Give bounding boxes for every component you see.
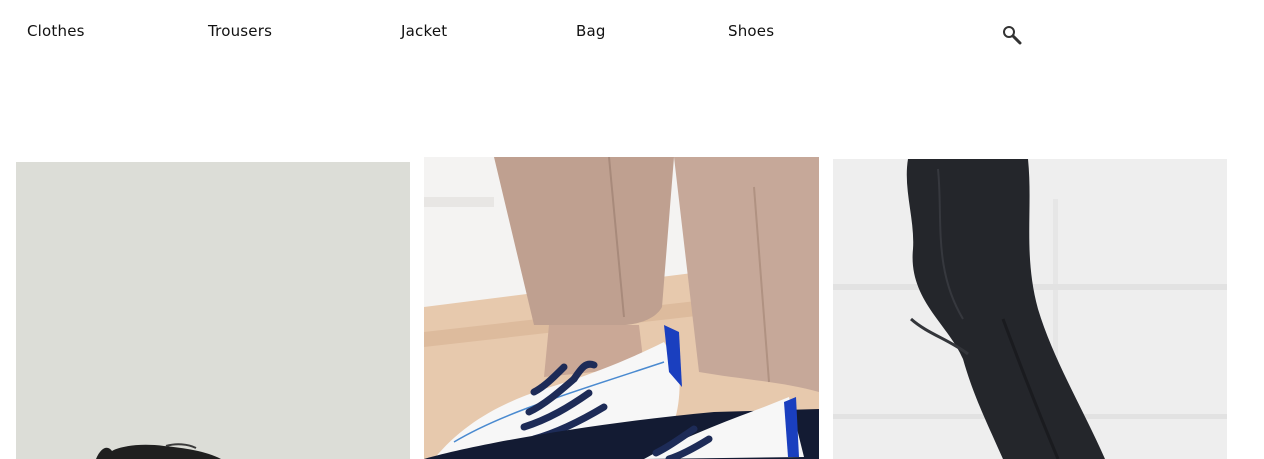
nav-item-bag[interactable]: Bag xyxy=(576,22,606,40)
product-image-black-shoe[interactable] xyxy=(16,162,410,459)
search-icon[interactable] xyxy=(1001,24,1023,46)
page: Clothes Trousers Jacket Bag Shoes xyxy=(0,0,1264,459)
nav-item-clothes[interactable]: Clothes xyxy=(27,22,85,40)
top-navigation: Clothes Trousers Jacket Bag Shoes xyxy=(0,0,1264,64)
product-image-black-jeans[interactable] xyxy=(833,159,1227,459)
product-image-trousers-sneakers[interactable] xyxy=(424,157,819,459)
nav-item-shoes[interactable]: Shoes xyxy=(728,22,774,40)
nav-item-jacket[interactable]: Jacket xyxy=(401,22,447,40)
nav-item-trousers[interactable]: Trousers xyxy=(208,22,272,40)
